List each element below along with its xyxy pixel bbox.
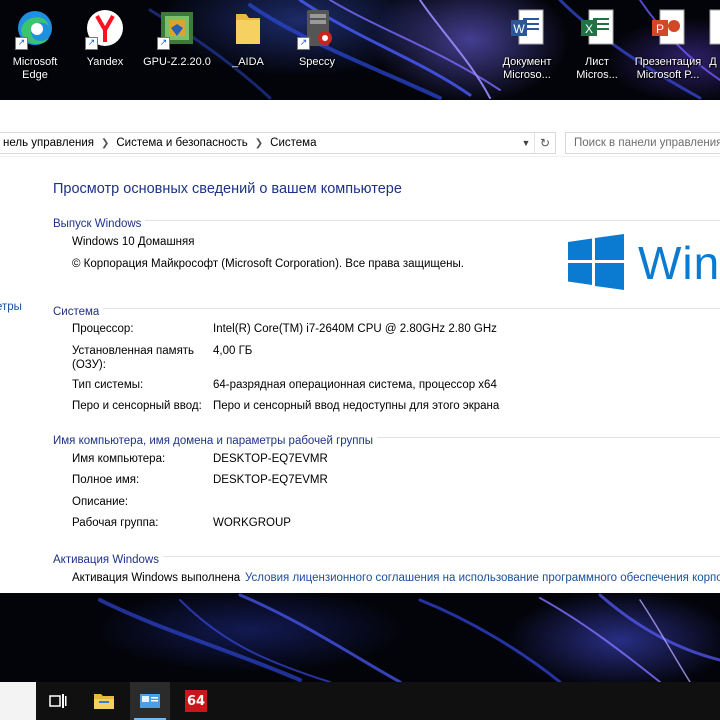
processor-value: Intel(R) Core(TM) i7-2640M CPU @ 2.80GHz… <box>213 323 497 335</box>
taskbar-search-box[interactable] <box>0 682 36 720</box>
copyright-text: © Корпорация Майкрософт (Microsoft Corpo… <box>72 258 464 270</box>
desktop-icon-partial[interactable]: Д <box>706 4 720 96</box>
desktop-icon-label: Speccy <box>298 56 336 68</box>
desktop-icon-gpuz[interactable]: ↗ GPU-Z.2.20.0 <box>140 4 214 96</box>
search-placeholder: Поиск в панели управления <box>574 137 720 149</box>
svg-text:X: X <box>585 22 593 36</box>
section-computer-name: Имя компьютера, имя домена и параметры р… <box>53 429 720 447</box>
section-heading: Система <box>53 306 104 318</box>
description-label: Описание: <box>72 496 129 508</box>
desktop-icon-excel-sheet[interactable]: X Лист Micros... <box>560 4 634 96</box>
desktop-icon-label: Yandex <box>86 56 124 68</box>
shortcut-arrow-icon: ↗ <box>15 37 28 50</box>
windows-logo-icon <box>568 234 624 290</box>
section-heading: Имя компьютера, имя домена и параметры р… <box>53 435 378 447</box>
chevron-down-icon[interactable]: ▼ <box>519 133 533 153</box>
taskbar: 64 <box>0 682 720 720</box>
computer-name-value: DESKTOP-EQ7EVMR <box>213 453 328 465</box>
aida64-icon: 64 <box>185 690 207 712</box>
full-name-label: Полное имя: <box>72 474 140 486</box>
windows-edition-value: Windows 10 Домашняя <box>72 236 195 248</box>
svg-text:W: W <box>513 22 525 36</box>
workgroup-value: WORKGROUP <box>213 517 291 529</box>
refresh-icon[interactable]: ↻ <box>534 133 555 153</box>
desktop-icon-label: GPU-Z.2.20.0 <box>143 56 211 68</box>
file-explorer-icon <box>94 694 114 709</box>
desktop-icon-label: Лист <box>585 56 609 68</box>
full-name-value: DESKTOP-EQ7EVMR <box>213 474 328 486</box>
word-icon: W <box>507 6 547 50</box>
shortcut-arrow-icon: ↗ <box>297 37 310 50</box>
section-activation: Активация Windows <box>53 548 720 566</box>
pen-touch-value: Перо и сенсорный ввод недоступны для это… <box>213 400 500 412</box>
search-input[interactable]: Поиск в панели управления <box>565 132 720 154</box>
svg-text:P: P <box>656 22 664 36</box>
processor-label: Процессор: <box>72 323 134 335</box>
speccy-icon: ↗ <box>297 6 337 50</box>
file-explorer-button[interactable] <box>84 682 124 720</box>
shortcut-arrow-icon: ↗ <box>157 37 170 50</box>
computer-name-label: Имя компьютера: <box>72 453 166 465</box>
breadcrumb-control-panel[interactable]: нель управления <box>0 137 98 149</box>
aida64-taskbar-button[interactable]: 64 <box>176 682 216 720</box>
memory-value: 4,00 ГБ <box>213 345 253 357</box>
desktop-icon-aida-folder[interactable]: _AIDA <box>211 4 285 96</box>
shortcut-arrow-icon: ↗ <box>85 37 98 50</box>
powerpoint-icon: P <box>648 6 688 50</box>
address-bar[interactable]: нель управления ❯ Система и безопасность… <box>0 132 556 154</box>
desktop-icon-label: Microso... <box>503 69 551 81</box>
activation-status: Активация Windows выполнена <box>72 572 241 584</box>
section-heading: Выпуск Windows <box>53 218 146 230</box>
breadcrumb-system[interactable]: Система <box>266 137 320 149</box>
yandex-icon: ↗ <box>85 6 125 50</box>
desktop-icon-edge[interactable]: ↗ Microsoft Edge <box>0 4 72 96</box>
section-heading: Активация Windows <box>53 554 163 566</box>
sidebar-link-partial[interactable]: етры <box>0 301 22 313</box>
desktop-icon-label: Microsoft <box>12 56 58 68</box>
folder-icon <box>228 6 268 50</box>
breadcrumb-system-security[interactable]: Система и безопасность <box>112 137 251 149</box>
section-divider <box>53 308 720 309</box>
excel-icon: X <box>577 6 617 50</box>
desktop-icon-label: _AIDA <box>232 56 264 68</box>
desktop-icon-speccy[interactable]: ↗ Speccy <box>280 4 354 96</box>
system-window-taskbar-button[interactable] <box>130 682 170 720</box>
section-divider <box>53 220 720 221</box>
system-properties-window: нель управления ❯ Система и безопасность… <box>0 100 720 593</box>
desktop-icon-yandex[interactable]: ↗ Yandex <box>68 4 142 96</box>
system-type-label: Тип системы: <box>72 379 144 391</box>
edge-icon: ↗ <box>15 6 55 50</box>
page-title: Просмотр основных сведений о вашем компь… <box>53 181 402 197</box>
document-icon <box>706 6 720 50</box>
memory-label-line2: (ОЗУ): <box>72 359 106 371</box>
task-view-icon <box>49 694 67 708</box>
system-type-value: 64-разрядная операционная система, проце… <box>213 379 497 391</box>
desktop-icon-label: Microsoft P... <box>636 69 700 81</box>
desktop-icon-word-doc[interactable]: W Документ Microso... <box>490 4 564 96</box>
license-terms-link[interactable]: Условия лицензионного соглашения на испо… <box>245 572 720 584</box>
workgroup-label: Рабочая группа: <box>72 517 159 529</box>
gpuz-icon: ↗ <box>157 6 197 50</box>
desktop-icon-label: Edge <box>22 69 48 81</box>
windows-logo-text: Wind <box>638 237 720 289</box>
desktop-icon-label: Micros... <box>576 69 618 81</box>
desktop-icon-label: Д <box>709 56 717 68</box>
desktop-icon-label: Презентация <box>634 56 702 68</box>
breadcrumb-separator-icon[interactable]: ❯ <box>98 138 112 149</box>
memory-label: Установленная память <box>72 345 195 357</box>
section-windows-edition: Выпуск Windows <box>53 212 720 230</box>
desktop-icon-label: Документ <box>502 56 552 68</box>
aida64-icon-label: 64 <box>186 693 206 709</box>
pen-touch-label: Перо и сенсорный ввод: <box>72 400 202 412</box>
task-view-button[interactable] <box>38 682 78 720</box>
section-system: Система <box>53 300 720 318</box>
navigation-row: нель управления ❯ Система и безопасность… <box>0 100 720 157</box>
desktop-icon-powerpoint[interactable]: P Презентация Microsoft P... <box>630 4 706 96</box>
breadcrumb-separator-icon[interactable]: ❯ <box>252 138 266 149</box>
system-window-icon <box>140 694 160 708</box>
